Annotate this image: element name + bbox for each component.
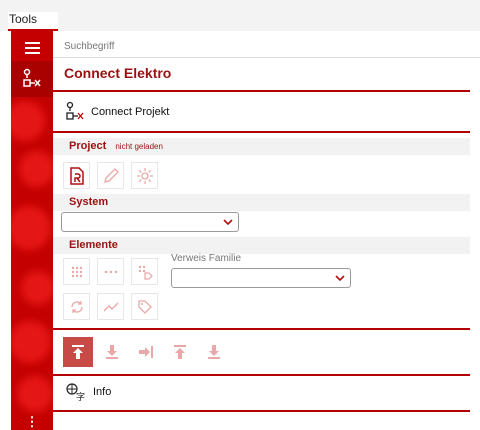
project-document-icon (69, 166, 84, 185)
project-document-button[interactable] (63, 162, 90, 189)
upload-all-icon (174, 345, 186, 359)
upload-all-button[interactable] (165, 337, 195, 367)
page-title: Connect Elektro (64, 65, 172, 81)
system-section-header: System (53, 194, 470, 211)
top-tab-bar: Tools (0, 0, 480, 31)
elements-section-header: Elemente (53, 237, 470, 254)
translate-icon: 字 (66, 383, 85, 402)
rail-connect-button[interactable] (11, 61, 53, 97)
hamburger-menu-icon[interactable] (11, 39, 53, 57)
chevron-down-icon (335, 275, 345, 282)
side-rail: ⋮ (11, 31, 53, 430)
dots-grid-icon (71, 266, 82, 277)
download-all-button[interactable] (199, 337, 229, 367)
section-divider (53, 131, 470, 133)
project-status: nicht geladen (115, 142, 163, 151)
footer-divider (53, 410, 470, 412)
main-panel: Suchbegriff Connect Elektro Connect Proj… (53, 31, 480, 430)
dots-row-icon (104, 270, 117, 273)
toolbar-divider-bottom (53, 374, 470, 376)
tab-tools[interactable]: Tools (8, 12, 58, 31)
tag-dots-icon (138, 265, 153, 280)
system-select[interactable] (61, 212, 239, 232)
elements-tag-dots-button[interactable] (131, 258, 158, 285)
edit-project-button[interactable] (97, 162, 124, 189)
download-icon (106, 345, 118, 359)
info-label: Info (93, 386, 112, 398)
project-section-title: Project (69, 140, 107, 152)
upload-button[interactable] (63, 337, 93, 367)
download-button[interactable] (97, 337, 127, 367)
svg-text:字: 字 (76, 391, 85, 402)
toolbar-divider-top (53, 328, 470, 330)
download-all-icon (208, 345, 220, 359)
import-button[interactable] (131, 337, 161, 367)
project-section-header: Project nicht geladen (53, 138, 470, 155)
connect-icon (66, 101, 84, 120)
tag-icon (137, 299, 152, 314)
ref-family-label: Verweis Familie (171, 253, 242, 264)
header-divider (53, 90, 470, 92)
edit-pencil-icon (103, 167, 119, 183)
connect-project-button[interactable]: Connect Projekt (65, 101, 169, 123)
more-options-icon[interactable]: ⋮ (11, 414, 53, 430)
elements-grid-button[interactable] (63, 258, 90, 285)
info-button[interactable]: 字 Info (65, 382, 111, 402)
elements-row-button[interactable] (97, 258, 124, 285)
chevron-down-icon (223, 219, 233, 226)
system-section-title: System (69, 196, 109, 208)
elements-section-title: Elemente (69, 239, 118, 251)
sync-icon (70, 300, 83, 313)
connect-project-label: Connect Projekt (91, 106, 170, 118)
project-settings-button[interactable] (131, 162, 158, 189)
settings-gear-icon (136, 167, 153, 184)
upload-icon (72, 345, 84, 359)
search-input[interactable]: Suchbegriff (53, 38, 480, 58)
import-icon (139, 346, 153, 358)
route-button[interactable] (97, 293, 124, 320)
route-icon (103, 302, 118, 311)
connect-icon (23, 68, 41, 87)
tag-button[interactable] (131, 293, 158, 320)
ref-family-select[interactable] (171, 268, 351, 288)
sync-button[interactable] (63, 293, 90, 320)
